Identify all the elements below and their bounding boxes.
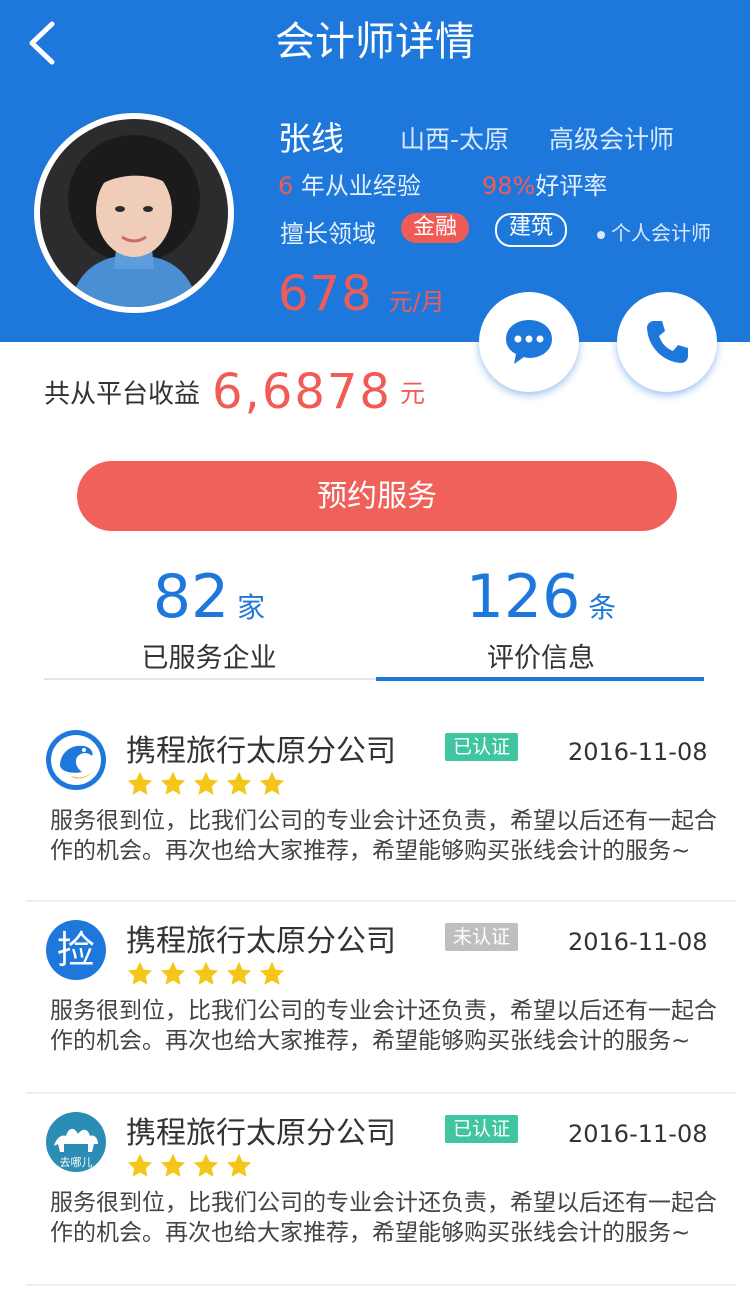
star-icon	[160, 961, 186, 985]
review-item: 捡 携程旅行太原分公司 未认证 2016-11-08 服务很到位，比我们公司的专…	[26, 902, 736, 1094]
price-value: 678	[278, 266, 373, 322]
star-icon	[259, 961, 285, 985]
verified-badge: 已认证	[445, 1115, 519, 1143]
page-title: 会计师详情	[275, 19, 475, 65]
review-item: 携程旅行太原分公司 已认证 2016-11-08 服务很到位，比我们公司的专业会…	[26, 712, 736, 902]
tab-underline-active	[376, 677, 704, 681]
income-value: 6,6878	[212, 364, 392, 420]
star-icon	[193, 961, 219, 985]
verified-badge: 已认证	[445, 733, 519, 761]
rating-percent: 98%	[482, 172, 536, 200]
accountant-level: 高级会计师	[549, 125, 675, 154]
fields-label: 擅长领域	[280, 220, 376, 248]
call-button[interactable]	[617, 292, 717, 392]
review-date: 2016-11-08	[568, 738, 708, 766]
star-icon	[193, 1153, 219, 1177]
income-label: 共从平台收益	[44, 379, 201, 410]
price-unit: 元/月	[388, 288, 445, 316]
unverified-badge: 未认证	[445, 923, 519, 951]
personal-accountant-label: 个人会计师	[597, 217, 711, 246]
rating: 98%好评率	[482, 166, 607, 201]
chat-button[interactable]	[479, 292, 579, 392]
income-unit: 元	[399, 379, 425, 408]
served-label: 已服务企业	[141, 643, 277, 674]
star-icon	[226, 771, 252, 795]
divider	[26, 1284, 736, 1286]
reviews-unit: 条	[588, 591, 617, 624]
star-rating	[126, 960, 286, 988]
location: 山西-太原	[400, 125, 510, 154]
star-icon	[259, 771, 285, 795]
star-icon	[127, 961, 153, 985]
star-rating	[126, 770, 286, 798]
reviews-count: 126	[465, 562, 581, 632]
served-count: 82	[152, 562, 230, 632]
qunar-camel-icon: 去哪儿	[46, 1112, 106, 1172]
tab-underline	[44, 678, 376, 680]
company-name: 携程旅行太原分公司	[126, 734, 396, 769]
review-text: 服务很到位，比我们公司的专业会计还负责，希望以后还有一起合作的机会。再次也给大家…	[50, 808, 717, 864]
star-icon	[226, 961, 252, 985]
avatar	[34, 113, 234, 313]
star-rating	[126, 1152, 253, 1180]
star-icon	[160, 771, 186, 795]
profile-header: 会计师详情 张线 山西-太原 高级会计师 6 年从业经验 98%好评率 擅长领域…	[0, 0, 750, 342]
star-icon	[193, 771, 219, 795]
tag-construction: 建筑	[495, 213, 568, 247]
company-name: 携程旅行太原分公司	[126, 1116, 396, 1151]
accountant-name: 张线	[278, 119, 344, 158]
star-icon	[160, 1153, 186, 1177]
star-icon	[127, 1153, 153, 1177]
review-date: 2016-11-08	[568, 1120, 708, 1148]
company-name: 携程旅行太原分公司	[126, 924, 396, 959]
dot-icon	[597, 230, 605, 239]
logo-text: 捡	[56, 928, 95, 972]
tab-reviews[interactable]: 126 条 评价信息	[376, 562, 706, 675]
logo-text: 去哪儿	[59, 1156, 93, 1169]
experience-label: 年从业经验	[293, 172, 421, 200]
phone-icon	[647, 321, 688, 363]
star-icon	[226, 1153, 252, 1177]
reviews-label: 评价信息	[487, 643, 595, 674]
review-date: 2016-11-08	[568, 928, 708, 956]
ctrip-dolphin-icon	[46, 730, 106, 790]
experience: 6 年从业经验	[278, 166, 421, 201]
experience-years: 6	[278, 172, 294, 200]
book-service-button[interactable]: 预约服务	[77, 461, 677, 531]
platform-income: 共从平台收益 6,6878 元	[44, 364, 425, 420]
review-text: 服务很到位，比我们公司的专业会计还负责，希望以后还有一起合作的机会。再次也给大家…	[50, 998, 717, 1054]
review-text: 服务很到位，比我们公司的专业会计还负责，希望以后还有一起合作的机会。再次也给大家…	[50, 1190, 717, 1246]
rating-label: 好评率	[535, 172, 608, 200]
price: 678 元/月	[278, 266, 445, 322]
chat-bubble-icon	[506, 320, 552, 364]
tag-finance: 金融	[401, 213, 470, 243]
star-icon	[127, 771, 153, 795]
jian-char-icon: 捡	[46, 920, 106, 980]
review-item: 去哪儿 携程旅行太原分公司 已认证 2016-11-08 服务很到位，比我们公司…	[26, 1094, 736, 1286]
served-unit: 家	[237, 591, 266, 624]
tab-served-companies[interactable]: 82 家 已服务企业	[44, 562, 374, 675]
personal-text: 个人会计师	[611, 221, 711, 245]
